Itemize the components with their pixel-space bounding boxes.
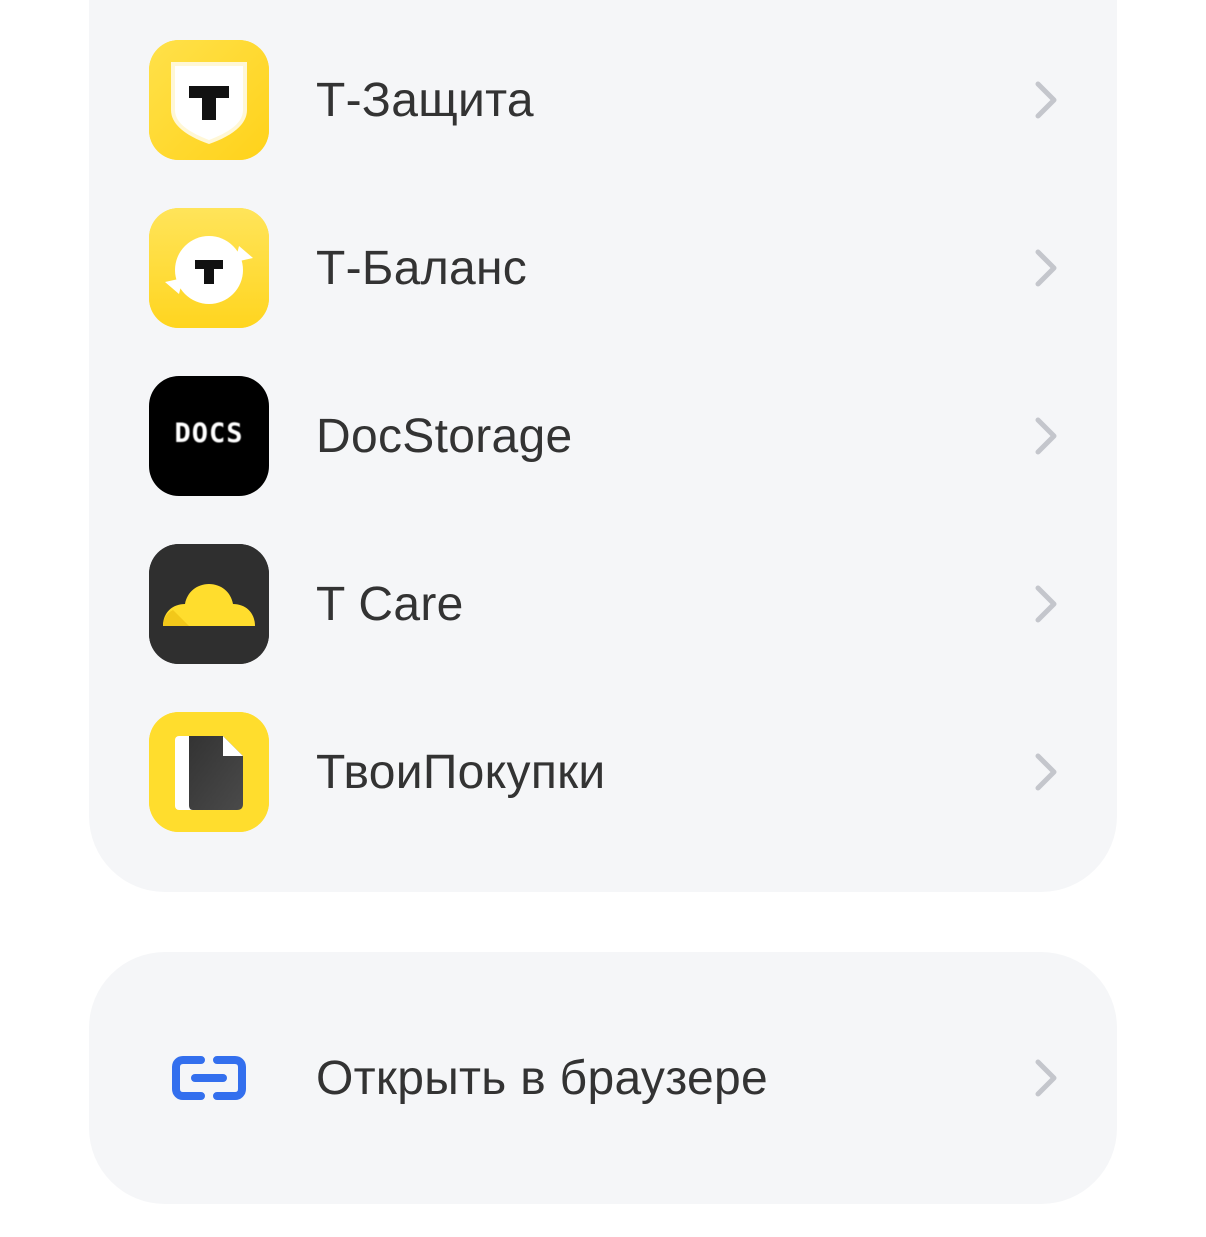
shield-t-icon: [149, 40, 269, 160]
app-label: ТвоиПокупки: [316, 745, 606, 799]
app-item-docstorage[interactable]: DOCS DocStorage: [89, 352, 1117, 520]
chevron-right-icon: [1035, 753, 1057, 791]
apps-card: Т-Защита Т-Баланс DOCS DocStorage T Care…: [89, 0, 1117, 892]
cloud-icon: [149, 544, 269, 664]
browser-card: Открыть в браузере: [89, 952, 1117, 1204]
chevron-right-icon: [1035, 1059, 1057, 1097]
coin-t-icon: [149, 208, 269, 328]
chevron-right-icon: [1035, 81, 1057, 119]
app-label: T Care: [316, 577, 464, 631]
docs-icon: DOCS: [149, 376, 269, 496]
link-icon: [172, 1056, 246, 1100]
app-label: DocStorage: [316, 409, 573, 463]
app-label: Т-Баланс: [316, 241, 528, 295]
open-in-browser-label: Открыть в браузере: [316, 1051, 768, 1105]
chevron-right-icon: [1035, 249, 1057, 287]
receipt-icon: [149, 712, 269, 832]
open-in-browser-item[interactable]: Открыть в браузере: [89, 994, 1117, 1162]
chevron-right-icon: [1035, 417, 1057, 455]
app-label: Т-Защита: [316, 73, 534, 127]
page: Т-Защита Т-Баланс DOCS DocStorage T Care…: [0, 0, 1206, 1237]
app-item-t-balans[interactable]: Т-Баланс: [89, 184, 1117, 352]
app-item-t-zashchita[interactable]: Т-Защита: [89, 16, 1117, 184]
app-item-tvoipokupki[interactable]: ТвоиПокупки: [89, 688, 1117, 856]
app-item-t-care[interactable]: T Care: [89, 520, 1117, 688]
chevron-right-icon: [1035, 585, 1057, 623]
